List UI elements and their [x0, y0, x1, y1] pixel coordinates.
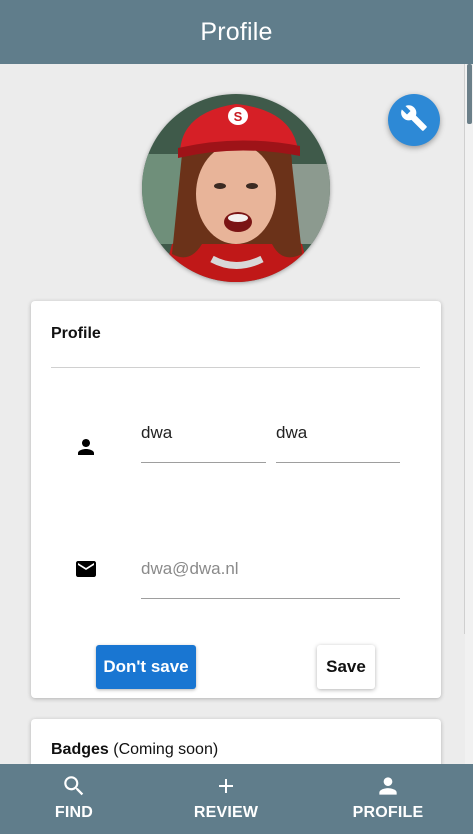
- first-name-field[interactable]: dwa: [141, 423, 266, 463]
- search-icon: [61, 773, 87, 799]
- page-title: Profile: [200, 17, 273, 46]
- profile-card-title: Profile: [51, 325, 101, 342]
- bottom-navigation: FIND REVIEW PROFILE: [0, 764, 473, 834]
- mail-icon: [73, 557, 99, 586]
- profile-card: Profile dwa dwa dwa@dwa.nl Don't save Sa…: [31, 301, 441, 698]
- email-value: dwa@dwa.nl: [141, 559, 239, 578]
- profile-card-divider: [51, 367, 420, 368]
- settings-fab-button[interactable]: [388, 94, 440, 146]
- avatar: S: [142, 94, 330, 282]
- badges-title: Badges: [51, 741, 109, 758]
- svg-text:S: S: [234, 109, 243, 124]
- person-icon: [375, 773, 401, 799]
- badges-note: (Coming soon): [113, 741, 219, 758]
- app-window: Profile S Profile dwa dwa dwa@dwa.nl Don…: [0, 0, 473, 834]
- wrench-icon: [400, 104, 428, 137]
- dont-save-button[interactable]: Don't save: [96, 645, 196, 689]
- last-name-value: dwa: [276, 423, 308, 442]
- nav-label-review: REVIEW: [193, 804, 259, 821]
- nav-item-profile[interactable]: PROFILE: [348, 764, 428, 834]
- app-bar: Profile: [0, 0, 473, 64]
- last-name-field[interactable]: dwa: [276, 423, 400, 463]
- scrollbar[interactable]: [465, 64, 473, 764]
- nav-label-find: FIND: [54, 804, 94, 821]
- scrollbar-thumb[interactable]: [467, 64, 472, 124]
- nav-item-find[interactable]: FIND: [44, 764, 104, 834]
- person-icon: [74, 435, 98, 464]
- badges-card-title: Badges (Coming soon): [51, 741, 218, 759]
- first-name-value: dwa: [141, 423, 173, 442]
- save-button[interactable]: Save: [317, 645, 375, 689]
- nav-item-review[interactable]: REVIEW: [186, 764, 266, 834]
- nav-label-profile: PROFILE: [352, 804, 424, 821]
- plus-icon: [214, 773, 238, 799]
- email-field[interactable]: dwa@dwa.nl: [141, 559, 400, 599]
